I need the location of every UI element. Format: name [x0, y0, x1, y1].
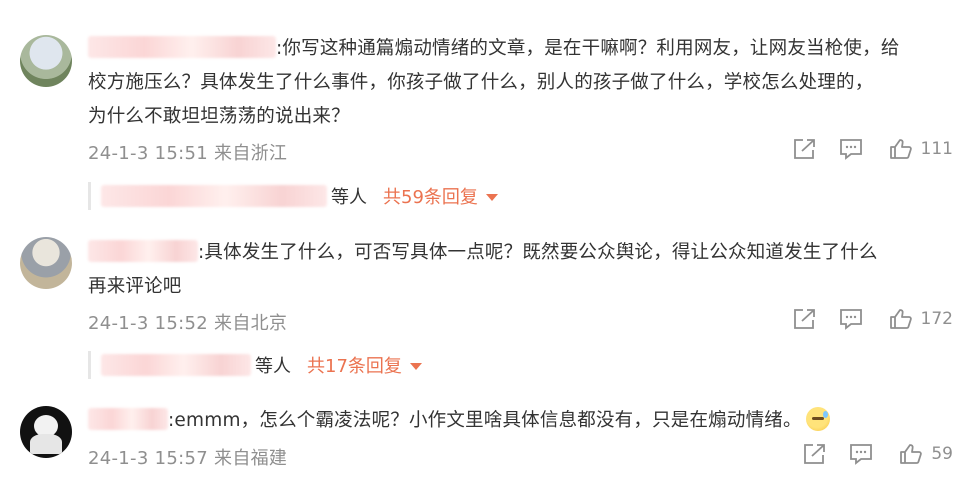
like-button[interactable]: 59 [899, 443, 953, 465]
avatar[interactable] [20, 406, 72, 458]
like-count: 59 [931, 444, 953, 464]
share-button[interactable] [803, 443, 827, 465]
avatar-figure-body [30, 434, 62, 454]
comment-actions: 59 [803, 443, 953, 465]
comment-button[interactable] [849, 443, 873, 465]
comment-meta: 24-1-3 15:57 来自福建 [88, 444, 287, 470]
comment-item: :emmm，怎么个霸凌法呢？小作文里啥具体信息都没有，只是在煽动情绪。 24-1… [0, 0, 975, 488]
sweat-emoji-icon [805, 407, 830, 431]
username[interactable] [88, 408, 168, 430]
thumbs-up-icon [900, 444, 923, 464]
comment-text: :emmm，怎么个霸凌法呢？小作文里啥具体信息都没有，只是在煽动情绪。 [88, 404, 830, 438]
timestamp-location: 24-1-3 15:57 来自福建 [88, 448, 288, 469]
comment-icon [850, 444, 873, 465]
share-icon [804, 444, 826, 464]
